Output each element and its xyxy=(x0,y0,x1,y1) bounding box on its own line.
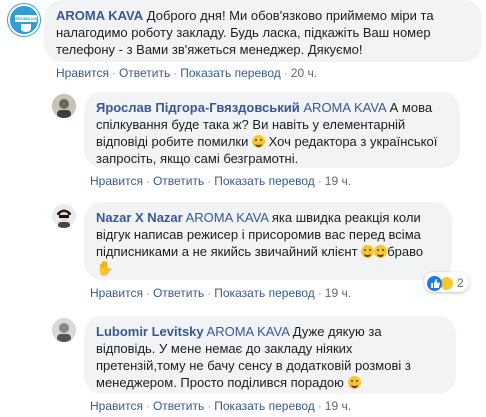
like-reaction-icon xyxy=(427,275,442,291)
user-photo-icon xyxy=(52,204,76,228)
separator: · xyxy=(317,399,322,413)
separator: · xyxy=(111,66,116,80)
comment-actions: Нравится · Ответить · Показать перевод · 19 ч. xyxy=(90,286,351,300)
separator: · xyxy=(145,399,150,413)
comment-aroma-kava: AROMA KAVA AROMA KAVA Доброго дня! Ми об… xyxy=(0,0,486,85)
separator: · xyxy=(283,66,288,80)
avatar[interactable] xyxy=(52,94,76,118)
like-button[interactable]: Нравится xyxy=(90,399,143,413)
reply-lubomir: Lubomir Levitsky AROMA KAVA Дуже дякую з… xyxy=(0,312,486,417)
mention-tag[interactable]: AROMA KAVA xyxy=(207,324,290,339)
reply-button[interactable]: Ответить xyxy=(153,399,204,413)
show-translation-button[interactable]: Показать перевод xyxy=(180,66,281,80)
timestamp[interactable]: 19 ч. xyxy=(325,286,351,300)
separator: · xyxy=(173,66,178,80)
coffee-cup-icon xyxy=(11,7,38,34)
separator: · xyxy=(145,286,150,300)
comment-bubble: Ярослав Підгора-Гвяздовський AROMA KAVA … xyxy=(84,92,460,168)
laughing-emoji-icon xyxy=(361,245,375,258)
timestamp[interactable]: 19 ч. xyxy=(325,174,351,188)
reply-button[interactable]: Ответить xyxy=(119,66,170,80)
separator: · xyxy=(207,174,212,188)
reactions-summary[interactable]: 2 xyxy=(424,272,469,292)
show-translation-button[interactable]: Показать перевод xyxy=(214,286,315,300)
comment-author[interactable]: Lubomir Levitsky xyxy=(96,324,204,339)
grinning-sweat-emoji-icon xyxy=(374,245,388,258)
avatar[interactable] xyxy=(52,204,76,228)
reply-nazar: Nazar X Nazar AROMA KAVA яка швидка реак… xyxy=(0,196,486,306)
comment-actions: Нравится · Ответить · Показать перевод · 20 ч. xyxy=(56,66,317,80)
separator: · xyxy=(317,174,322,188)
avatar[interactable] xyxy=(52,318,76,342)
timestamp[interactable]: 20 ч. xyxy=(291,66,317,80)
separator: · xyxy=(207,399,212,413)
reply-yaroslav: Ярослав Підгора-Гвяздовський AROMA KAVA … xyxy=(0,88,486,188)
mention-tag[interactable]: AROMA KAVA xyxy=(303,100,386,115)
show-translation-button[interactable]: Показать перевод xyxy=(214,174,315,188)
laughing-emoji-icon xyxy=(251,135,265,148)
separator: · xyxy=(207,286,212,300)
comment-text-continued: браво xyxy=(387,244,424,259)
comment-author[interactable]: Nazar X Nazar xyxy=(96,210,183,225)
clapping-hands-emoji-icon: ✋ xyxy=(96,260,114,276)
separator: · xyxy=(317,286,322,300)
reply-button[interactable]: Ответить xyxy=(153,286,204,300)
like-button[interactable]: Нравится xyxy=(56,66,109,80)
comment-bubble: Nazar X Nazar AROMA KAVA яка швидка реак… xyxy=(84,202,452,280)
comment-bubble: AROMA KAVA Доброго дня! Ми обов'язково п… xyxy=(44,0,482,62)
reply-button[interactable]: Ответить xyxy=(153,174,204,188)
like-button[interactable]: Нравится xyxy=(90,286,143,300)
reaction-count: 2 xyxy=(457,276,464,290)
user-photo-icon xyxy=(52,318,76,342)
separator: · xyxy=(145,174,150,188)
mention-tag[interactable]: AROMA KAVA xyxy=(186,210,269,225)
comment-actions: Нравится · Ответить · Показать перевод · 19 ч. xyxy=(90,399,351,413)
like-button[interactable]: Нравится xyxy=(90,174,143,188)
smiling-emoji-icon xyxy=(347,376,361,389)
timestamp[interactable]: 19 ч. xyxy=(325,399,351,413)
comment-author[interactable]: Ярослав Підгора-Гвяздовський xyxy=(96,100,300,115)
comment-bubble: Lubomir Levitsky AROMA KAVA Дуже дякую з… xyxy=(84,316,456,394)
user-photo-icon xyxy=(52,94,76,118)
aroma-kava-logo[interactable]: AROMA KAVA xyxy=(8,4,40,36)
aroma-kava-logo-text: AROMA KAVA xyxy=(15,16,37,21)
show-translation-button[interactable]: Показать перевод xyxy=(214,399,315,413)
comment-actions: Нравится · Ответить · Показать перевод · 19 ч. xyxy=(90,174,351,188)
comment-author[interactable]: AROMA KAVA xyxy=(56,8,143,23)
